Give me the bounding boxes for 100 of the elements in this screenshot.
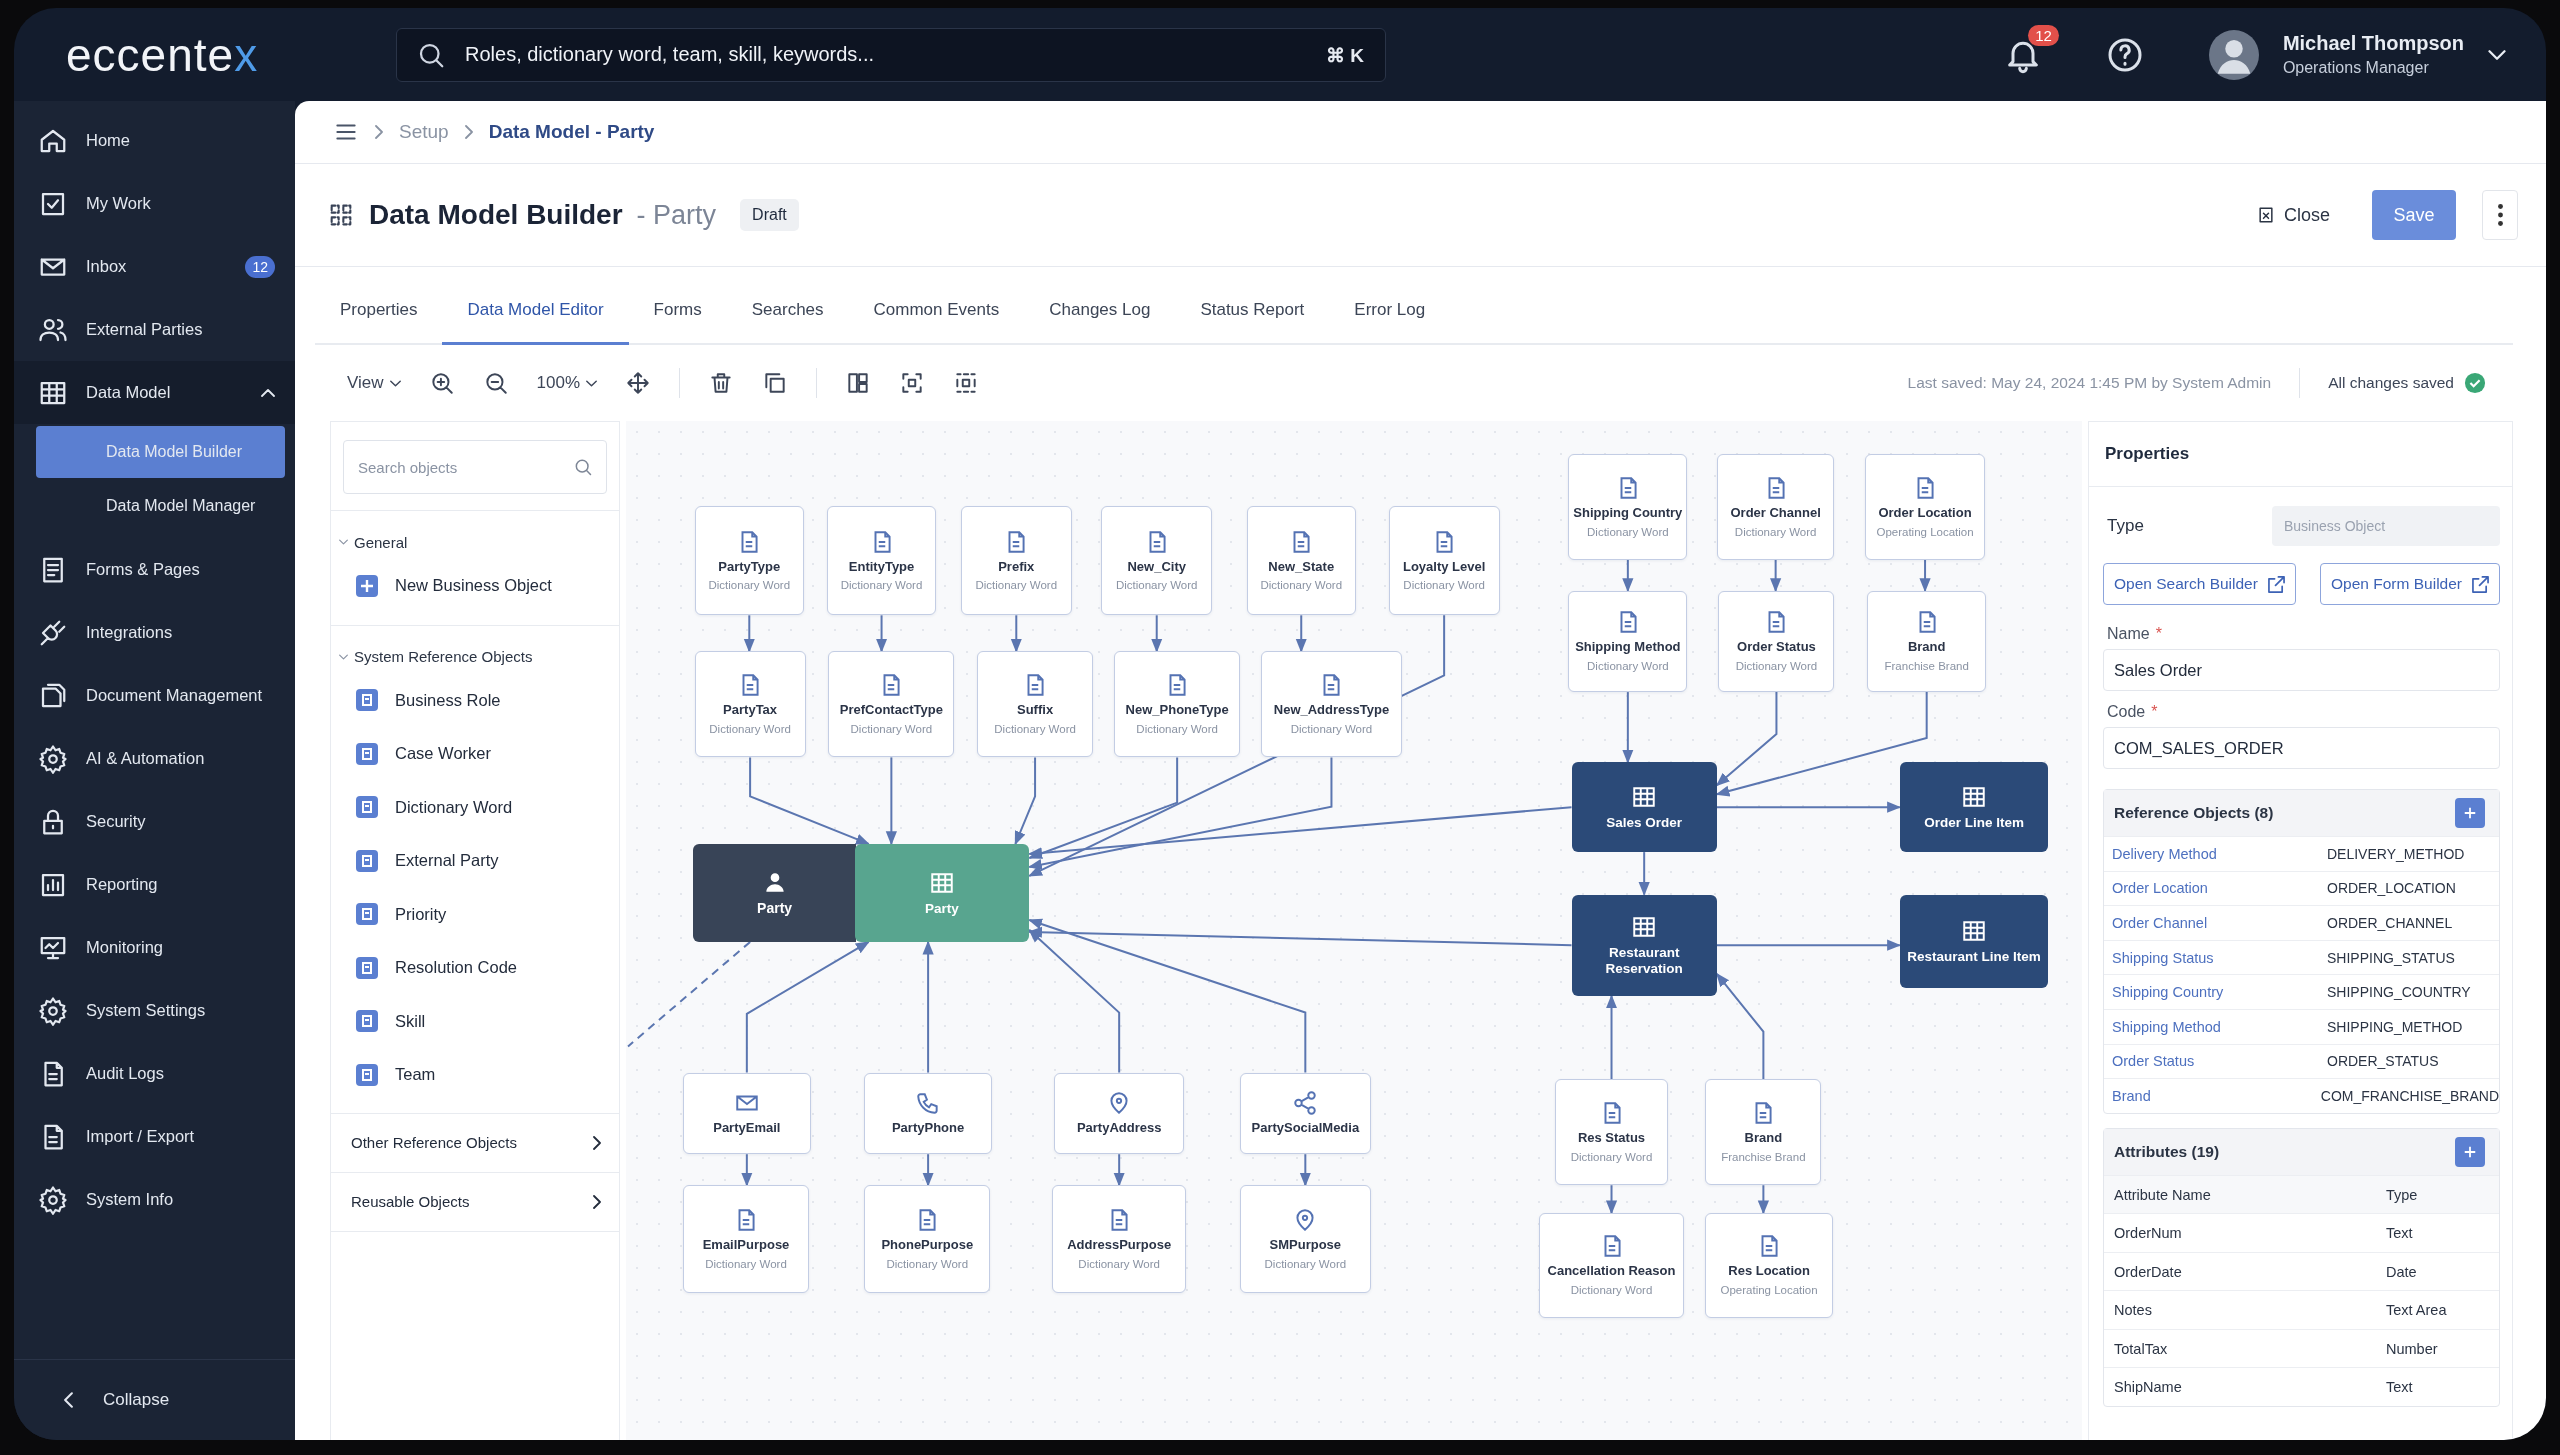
connector-arrow xyxy=(1010,614,1022,653)
tab[interactable]: Forms xyxy=(628,277,727,345)
object-node[interactable]: PartyAddress xyxy=(1053,1072,1185,1155)
add-button[interactable] xyxy=(2455,1136,2485,1167)
object-item[interactable]: Resolution Code xyxy=(331,941,619,995)
sidebar-item[interactable]: External Parties xyxy=(14,298,295,361)
more-button[interactable] xyxy=(2482,190,2518,240)
object-item[interactable]: Priority xyxy=(331,887,619,941)
object-node[interactable]: PartyEmail xyxy=(683,1072,811,1155)
object-node[interactable]: Shipping Method Dictionary Word xyxy=(1568,590,1688,693)
sidebar-item[interactable]: Audit Logs xyxy=(14,1042,295,1105)
object-node[interactable]: PartyType Dictionary Word xyxy=(694,505,804,616)
sidebar-item[interactable]: Import / Export xyxy=(14,1105,295,1168)
object-node[interactable]: New_AddressType Dictionary Word xyxy=(1261,651,1402,758)
reference-link[interactable]: Order Status xyxy=(2112,1053,2327,1070)
object-node[interactable]: Restaurant Reservation xyxy=(1571,894,1717,996)
sidebar-item[interactable]: System Info xyxy=(14,1168,295,1231)
object-node[interactable]: Order Location Operating Location xyxy=(1865,453,1985,560)
sidebar-item[interactable]: My Work xyxy=(14,172,295,235)
reference-link[interactable]: Brand xyxy=(2112,1087,2321,1104)
object-node[interactable]: EmailPurpose Dictionary Word xyxy=(683,1185,809,1293)
table-cell: SHIPPING_COUNTRY xyxy=(2327,984,2471,1001)
view-dropdown[interactable]: View xyxy=(347,373,401,393)
object-node[interactable]: Loyalty Level Dictionary Word xyxy=(1388,505,1500,616)
tab[interactable]: Error Log xyxy=(1329,277,1451,345)
object-node[interactable]: Order Line Item xyxy=(1899,762,2049,853)
sidebar-item[interactable]: Forms & Pages xyxy=(14,538,295,601)
object-node[interactable]: Party xyxy=(692,843,857,942)
tab[interactable]: Status Report xyxy=(1175,277,1330,345)
sidebar-item[interactable]: Document Management xyxy=(14,664,295,727)
add-button[interactable] xyxy=(2455,798,2485,828)
section-header[interactable]: General xyxy=(331,525,619,559)
tab[interactable]: Properties xyxy=(315,277,443,345)
table-cell: COM_FRANCHISE_BRAND xyxy=(2320,1087,2499,1104)
object-node[interactable]: Order Channel Dictionary Word xyxy=(1716,453,1835,560)
reference-link[interactable]: Shipping Status xyxy=(2112,949,2327,966)
object-node[interactable]: PrefContactType Dictionary Word xyxy=(828,651,955,758)
input-field[interactable]: Sales Order xyxy=(2103,649,2500,691)
object-node[interactable]: Order Status Dictionary Word xyxy=(1718,590,1835,693)
object-node[interactable]: SMPurpose Dictionary Word xyxy=(1240,1185,1371,1293)
object-node[interactable]: Suffix Dictionary Word xyxy=(977,651,1094,758)
sidebar-item[interactable]: Integrations xyxy=(14,601,295,664)
object-node[interactable]: Brand Franchise Brand xyxy=(1705,1079,1822,1186)
tab[interactable]: Changes Log xyxy=(1024,277,1176,345)
open-builder-button[interactable]: Open Form Builder xyxy=(2320,563,2500,605)
object-item[interactable]: Team xyxy=(331,1048,619,1102)
object-node[interactable]: PartyPhone xyxy=(864,1072,992,1155)
sidebar-item[interactable]: Inbox 12 xyxy=(14,235,295,298)
object-node[interactable]: New_State Dictionary Word xyxy=(1246,505,1356,616)
object-node[interactable]: Res Status Dictionary Word xyxy=(1555,1079,1668,1186)
object-node[interactable]: EntityType Dictionary Word xyxy=(826,505,937,616)
section-link[interactable]: Reusable Objects xyxy=(331,1171,619,1232)
reference-link[interactable]: Delivery Method xyxy=(2112,845,2327,862)
object-item[interactable]: New Business Object xyxy=(331,559,619,613)
table-cell-text: OrderNum xyxy=(2113,1225,2183,1241)
section-header[interactable]: System Reference Objects xyxy=(331,639,619,674)
sidebar-item[interactable]: Monitoring xyxy=(14,916,295,979)
section-link[interactable]: Other Reference Objects xyxy=(331,1112,619,1173)
sidebar-item[interactable]: System Settings xyxy=(14,979,295,1042)
chevron-up-icon[interactable] xyxy=(261,388,275,397)
object-node[interactable]: Shipping Country Dictionary Word xyxy=(1568,453,1688,560)
object-node[interactable]: Brand Franchise Brand xyxy=(1867,590,1987,693)
reference-link[interactable]: Order Channel xyxy=(2112,915,2327,931)
object-node[interactable]: Res Location Operating Location xyxy=(1705,1213,1833,1318)
tab[interactable]: Common Events xyxy=(848,277,1025,345)
sidebar-item[interactable]: Reporting xyxy=(14,853,295,916)
object-item[interactable]: Skill xyxy=(331,994,619,1048)
sidebar-item[interactable]: Security xyxy=(14,790,295,853)
object-item[interactable]: Dictionary Word xyxy=(331,780,619,834)
object-node[interactable]: Sales Order xyxy=(1571,762,1717,853)
object-node[interactable]: PartyTax Dictionary Word xyxy=(694,651,806,758)
avatar[interactable] xyxy=(2208,29,2259,80)
object-node[interactable]: Cancellation Reason Dictionary Word xyxy=(1538,1213,1685,1318)
reference-link[interactable]: Order Location xyxy=(2112,880,2327,897)
object-item[interactable]: Business Role xyxy=(331,673,619,727)
reference-link[interactable]: Shipping Method xyxy=(2112,1018,2327,1035)
close-button[interactable]: Close xyxy=(2249,203,2336,227)
object-item[interactable]: Case Worker xyxy=(331,727,619,781)
object-node[interactable]: Restaurant Line Item xyxy=(1899,894,2049,988)
input-field[interactable]: COM_SALES_ORDER xyxy=(2103,727,2500,769)
reference-link[interactable]: Shipping Country xyxy=(2112,984,2327,1001)
sidebar-item[interactable]: AI & Automation xyxy=(14,727,295,790)
object-node[interactable]: AddressPurpose Dictionary Word xyxy=(1052,1185,1187,1293)
object-item[interactable]: External Party xyxy=(331,834,619,888)
move-icon[interactable] xyxy=(625,370,652,396)
object-node[interactable]: New_PhoneType Dictionary Word xyxy=(1114,651,1240,758)
sidebar-subitem[interactable]: Data Model Manager xyxy=(36,480,285,532)
zoom-dropdown[interactable]: 100% xyxy=(536,373,598,393)
sidebar-item[interactable]: Data Model xyxy=(14,361,295,424)
chevron-down-icon[interactable] xyxy=(2488,49,2506,60)
object-node[interactable]: New_City Dictionary Word xyxy=(1101,505,1213,616)
field-label: Code xyxy=(2107,703,2146,721)
sidebar-item[interactable]: Home xyxy=(14,109,295,172)
tab[interactable]: Searches xyxy=(726,277,849,345)
open-builder-button[interactable]: Open Search Builder xyxy=(2103,563,2296,605)
object-node[interactable]: PartySocialMedia xyxy=(1240,1072,1371,1155)
object-node[interactable]: Prefix Dictionary Word xyxy=(960,505,1072,616)
object-node[interactable]: PhonePurpose Dictionary Word xyxy=(864,1185,991,1293)
shortcut-hint: ⌘ K xyxy=(1326,43,1364,67)
tab[interactable]: Data Model Editor xyxy=(442,277,629,345)
